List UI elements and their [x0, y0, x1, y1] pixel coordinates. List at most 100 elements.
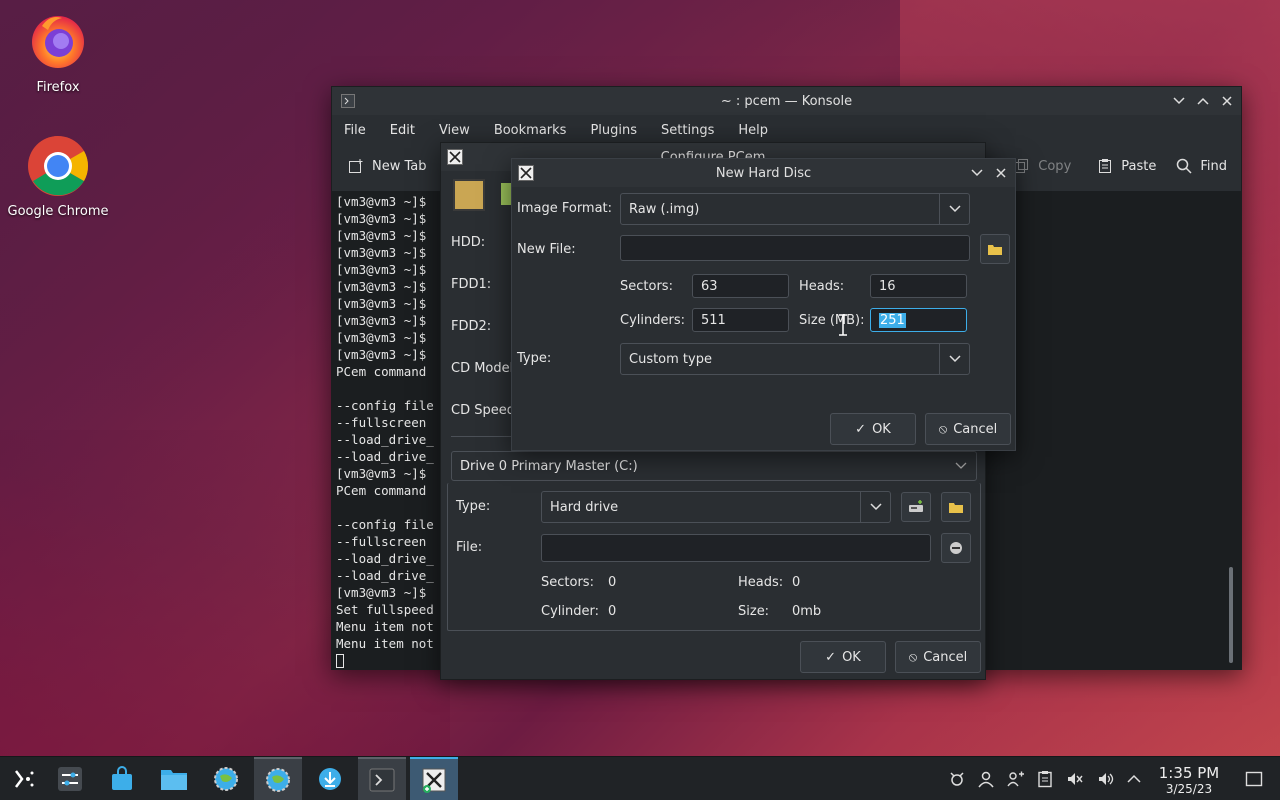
- new-file-input[interactable]: [620, 235, 970, 261]
- clipboard-icon[interactable]: [1035, 769, 1055, 789]
- heads-label: Heads:: [738, 575, 784, 590]
- volume-icon[interactable]: [1096, 769, 1116, 789]
- clock-date: 3/25/23: [1165, 782, 1213, 796]
- paste-button[interactable]: Paste: [1087, 158, 1166, 174]
- drive-settings-panel: Type: Hard drive File: Sectors: 0 Heads:…: [447, 483, 981, 631]
- size-value: 0mb: [792, 604, 822, 619]
- desktop-icon-chrome[interactable]: Google Chrome: [3, 134, 113, 219]
- new-disk-icon: [909, 500, 923, 512]
- download-icon: [319, 768, 341, 790]
- copy-label: Copy: [1038, 158, 1072, 174]
- konsole-app-icon[interactable]: [336, 89, 360, 113]
- user-icon[interactable]: [976, 769, 996, 789]
- configure-ok-button[interactable]: ✓ OK: [800, 641, 886, 673]
- taskbar: 1:35 PM 3/25/23: [0, 756, 1280, 800]
- new-hard-disc-titlebar[interactable]: New Hard Disc: [512, 159, 1015, 187]
- menu-plugins[interactable]: Plugins: [578, 123, 649, 138]
- maximize-button[interactable]: [1191, 89, 1215, 113]
- launcher-icon: [15, 770, 34, 788]
- show-desktop-icon[interactable]: [1244, 769, 1264, 789]
- paste-icon: [1099, 159, 1112, 173]
- konsole-title: ~ : pcem — Konsole: [720, 93, 853, 109]
- heads-input[interactable]: 16: [870, 274, 967, 298]
- chevron-up-icon[interactable]: [1124, 769, 1144, 789]
- close-button[interactable]: [989, 161, 1013, 185]
- hdd-label: HDD:: [451, 235, 486, 250]
- menu-settings[interactable]: Settings: [649, 123, 726, 138]
- menu-help[interactable]: Help: [726, 123, 780, 138]
- drive-select-value: Drive 0 Primary Master (C:): [460, 458, 638, 474]
- eject-disk-button[interactable]: [941, 533, 971, 563]
- terminal-icon: [369, 768, 395, 792]
- task-globe-app[interactable]: [202, 757, 250, 800]
- folder-icon: [988, 245, 1002, 255]
- terminal-scrollbar[interactable]: [1229, 567, 1233, 663]
- find-label: Find: [1200, 158, 1227, 174]
- type-label: Type:: [456, 499, 491, 514]
- image-format-select[interactable]: Raw (.img): [620, 193, 970, 225]
- close-button[interactable]: [1215, 89, 1239, 113]
- new-disc-ok-button[interactable]: ✓ OK: [830, 413, 916, 445]
- task-downloader[interactable]: [306, 757, 354, 800]
- desktop-icon-firefox[interactable]: Firefox: [3, 10, 113, 95]
- disk-type-select[interactable]: Custom type: [620, 343, 970, 375]
- find-button[interactable]: Find: [1166, 158, 1237, 174]
- task-system-settings[interactable]: [46, 757, 94, 800]
- drive-type-select[interactable]: Hard drive: [541, 491, 891, 523]
- menu-file[interactable]: File: [332, 123, 378, 138]
- task-discover[interactable]: [98, 757, 146, 800]
- muted-volume-icon[interactable]: [1065, 769, 1085, 789]
- cylinders-input[interactable]: 511: [692, 308, 789, 332]
- browse-file-button[interactable]: [980, 234, 1010, 264]
- image-format-label: Image Format:: [517, 201, 613, 216]
- menu-view[interactable]: View: [427, 123, 482, 138]
- task-globe-app-2[interactable]: [254, 757, 302, 800]
- new-hard-disc-dialog: New Hard Disc Image Format: Raw (.img) N…: [511, 158, 1016, 451]
- open-disk-button[interactable]: [941, 492, 971, 522]
- menu-edit[interactable]: Edit: [378, 123, 427, 138]
- folder-icon: [161, 770, 187, 790]
- fdd2-label: FDD2:: [451, 319, 492, 334]
- text-cursor-icon: [839, 314, 847, 336]
- machine-tab-icon[interactable]: [453, 179, 485, 211]
- chevron-down-icon: [946, 462, 976, 470]
- size-label: Size:: [738, 604, 770, 619]
- size-input[interactable]: 251: [870, 308, 967, 332]
- pcem-icon: [422, 768, 446, 793]
- clock[interactable]: 1:35 PM 3/25/23: [1150, 765, 1228, 797]
- new-disk-button[interactable]: [901, 492, 931, 522]
- cd-speed-label: CD Speed: [451, 403, 515, 418]
- cancel-icon: ⦸: [938, 421, 948, 437]
- pcem-app-icon[interactable]: [443, 145, 467, 169]
- konsole-titlebar[interactable]: ~ : pcem — Konsole: [332, 87, 1241, 115]
- task-dolphin[interactable]: [150, 757, 198, 800]
- notifications-alarm-icon[interactable]: [947, 769, 967, 789]
- globe-gear-icon: [266, 768, 290, 792]
- cylinder-value: 0: [608, 604, 617, 619]
- kde-connect-icon[interactable]: [1006, 769, 1026, 789]
- sectors-input[interactable]: 63: [692, 274, 789, 298]
- task-konsole[interactable]: [358, 757, 406, 800]
- new-file-label: New File:: [517, 242, 576, 257]
- folder-icon: [949, 503, 963, 513]
- size-selected-text: 251: [879, 312, 906, 328]
- drive-select[interactable]: Drive 0 Primary Master (C:): [451, 451, 977, 481]
- minimize-button[interactable]: [965, 161, 989, 185]
- chevron-down-icon: [939, 344, 969, 374]
- cancel-icon: ⦸: [908, 649, 918, 665]
- file-input[interactable]: [541, 534, 931, 562]
- new-tab-button[interactable]: New Tab: [338, 158, 437, 174]
- file-label: File:: [456, 540, 483, 555]
- minimize-button[interactable]: [1167, 89, 1191, 113]
- konsole-menubar: File Edit View Bookmarks Plugins Setting…: [332, 115, 1241, 145]
- copy-icon: [1015, 159, 1029, 173]
- new-disc-cancel-button[interactable]: ⦸ Cancel: [925, 413, 1011, 445]
- configure-cancel-button[interactable]: ⦸ Cancel: [895, 641, 981, 673]
- chevron-down-icon: [860, 492, 890, 522]
- terminal-cursor: [336, 654, 344, 668]
- pcem-app-icon[interactable]: [514, 161, 538, 185]
- app-launcher-button[interactable]: [0, 757, 48, 800]
- menu-bookmarks[interactable]: Bookmarks: [482, 123, 579, 138]
- cancel-label: Cancel: [923, 649, 968, 665]
- task-pcem[interactable]: [410, 757, 458, 800]
